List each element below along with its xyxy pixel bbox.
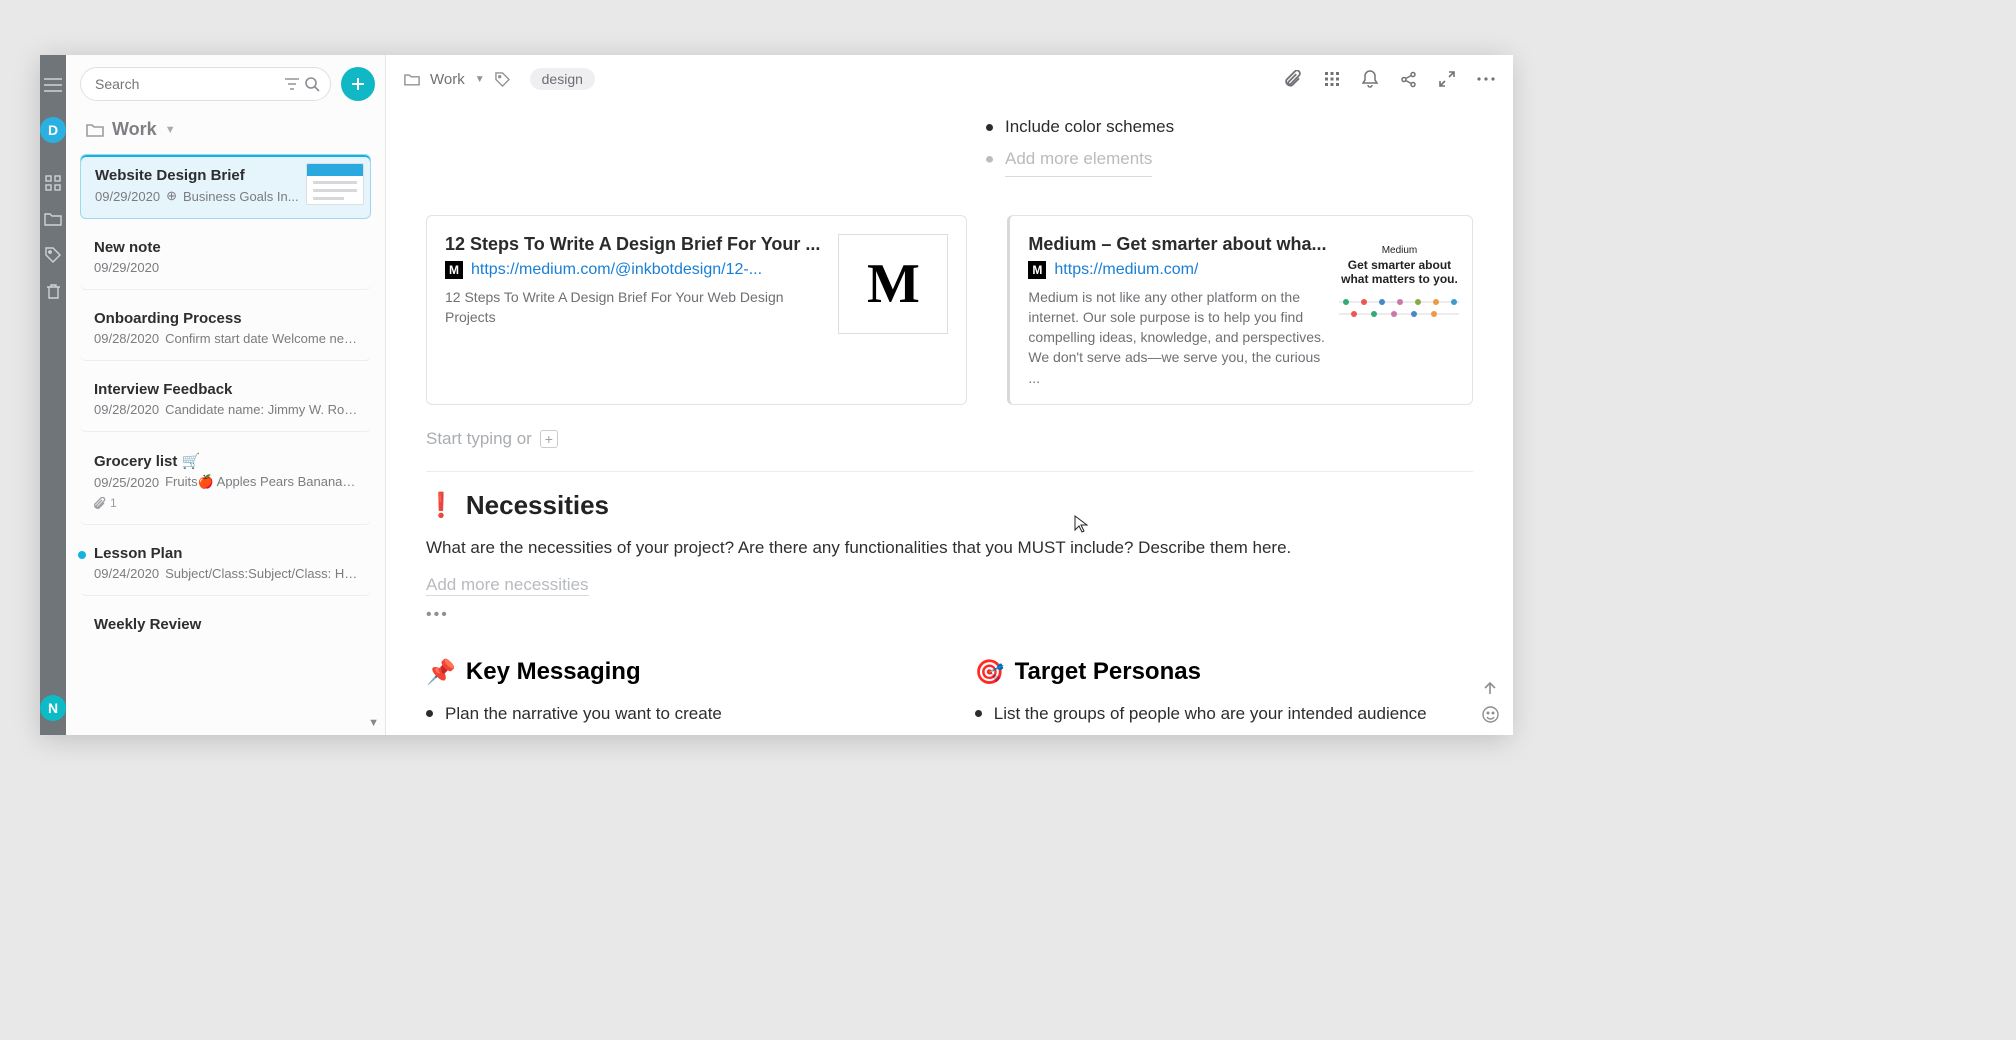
list-item[interactable]: What are necessities that you want to co…: [426, 728, 925, 735]
list-item[interactable]: Include color schemes: [986, 111, 1473, 143]
card-title: Medium – Get smarter about wha...: [1028, 234, 1326, 255]
folder-icon: [404, 73, 420, 86]
note-date: 09/28/2020: [94, 331, 159, 346]
expand-icon[interactable]: [1439, 71, 1455, 87]
pushpin-icon: 📌: [426, 658, 456, 687]
note-snippet: Candidate name: Jimmy W. Role: S...: [165, 402, 359, 417]
card-title: 12 Steps To Write A Design Brief For You…: [445, 234, 820, 255]
note-date: 09/24/2020: [94, 566, 159, 581]
note-date: 09/29/2020: [94, 260, 159, 275]
target-icon: 🎯: [975, 658, 1005, 687]
note-snippet: Confirm start date Welcome new e...: [165, 331, 359, 346]
app-window: D N: [40, 55, 1510, 735]
nav-rail: D N: [40, 55, 66, 735]
note-date: 09/29/2020: [95, 189, 160, 204]
unread-dot-icon: [78, 551, 86, 559]
card-description: Medium is not like any other platform on…: [1028, 287, 1326, 388]
note-snippet: Subject/Class:Subject/Class: History...: [165, 566, 359, 581]
note-item[interactable]: Lesson Plan 09/24/2020 Subject/Class:Sub…: [80, 533, 371, 596]
note-snippet: Fruits🍎 Apples Pears Bananas Ora...: [165, 474, 359, 490]
link-card[interactable]: Medium – Get smarter about wha... Mhttps…: [1007, 215, 1473, 405]
note-title: Lesson Plan: [94, 545, 359, 562]
attachment-indicator: 1: [94, 496, 359, 510]
search-icon[interactable]: [305, 77, 320, 92]
user-avatar[interactable]: D: [40, 117, 66, 143]
menu-icon[interactable]: [41, 73, 65, 97]
folder-icon[interactable]: [41, 207, 65, 231]
column-heading[interactable]: 📌Key Messaging: [426, 658, 925, 687]
list-item[interactable]: Include age group, occupations, and more: [975, 728, 1474, 735]
card-url[interactable]: https://medium.com/: [1054, 261, 1198, 279]
section-description[interactable]: What are the necessities of your project…: [426, 535, 1473, 561]
chevron-down-icon: ▼: [475, 74, 485, 85]
note-title: Onboarding Process: [94, 310, 359, 327]
note-item[interactable]: Website Design Brief 09/29/2020 ⊕ Busine…: [80, 154, 371, 219]
tag-icon[interactable]: [41, 243, 65, 267]
editor-content[interactable]: Include color schemes Add more elements …: [386, 103, 1513, 735]
card-description: 12 Steps To Write A Design Brief For You…: [445, 287, 820, 328]
breadcrumb-folder: Work: [430, 71, 465, 88]
floating-actions: [1482, 680, 1499, 723]
note-item[interactable]: Onboarding Process 09/28/2020 Confirm st…: [80, 298, 371, 361]
new-note-button[interactable]: [341, 67, 375, 101]
emoji-icon[interactable]: [1482, 706, 1499, 723]
plus-icon[interactable]: +: [540, 430, 558, 448]
card-url[interactable]: https://medium.com/@inkbotdesign/12-...: [471, 261, 762, 279]
sidebar-folder-label: Work: [112, 119, 157, 140]
share-icon[interactable]: [1400, 71, 1417, 88]
note-item[interactable]: New note 09/29/2020: [80, 227, 371, 290]
sidebar-folder-selector[interactable]: Work ▼: [66, 109, 385, 150]
chevron-down-icon[interactable]: ▼: [368, 717, 379, 729]
note-snippet: Business Goals In...: [183, 189, 299, 204]
note-title: Weekly Review: [94, 616, 359, 633]
app-logo[interactable]: N: [40, 695, 66, 721]
meta-icon: ⊕: [166, 188, 177, 204]
placeholder-link[interactable]: Add more necessities: [426, 575, 589, 596]
main-panel: Work ▼ design Include color schemes Add …: [386, 55, 1513, 735]
search-field[interactable]: [80, 67, 331, 101]
exclamation-icon: ❗: [426, 491, 456, 520]
sidebar: Work ▼ Website Design Brief 09/29/2020 ⊕…: [66, 55, 386, 735]
note-title: Interview Feedback: [94, 381, 359, 398]
list-item-placeholder[interactable]: Add more elements: [986, 143, 1473, 176]
column-key-messaging: 📌Key Messaging Plan the narrative you wa…: [426, 658, 925, 735]
list-item[interactable]: Plan the narrative you want to create: [426, 699, 925, 729]
note-thumbnail: [306, 163, 364, 205]
column-target-personas: 🎯Target Personas List the groups of peop…: [975, 658, 1474, 735]
note-title: Grocery list 🛒: [94, 452, 359, 470]
more-icon[interactable]: [1477, 77, 1495, 81]
search-input[interactable]: [95, 76, 279, 92]
note-date: 09/28/2020: [94, 402, 159, 417]
tag-icon: [495, 72, 510, 87]
card-thumbnail: Medium Get smarter about what matters to…: [1344, 234, 1454, 334]
note-item[interactable]: Weekly Review: [80, 604, 371, 647]
topbar: Work ▼ design: [386, 55, 1513, 103]
bell-icon[interactable]: [1362, 70, 1378, 88]
note-date: 09/25/2020: [94, 475, 159, 490]
trash-icon[interactable]: [41, 279, 65, 303]
tag-chip[interactable]: design: [530, 68, 595, 90]
scroll-top-icon[interactable]: [1482, 680, 1499, 696]
filter-icon[interactable]: [285, 78, 299, 90]
card-thumbnail: M: [838, 234, 948, 334]
link-card[interactable]: 12 Steps To Write A Design Brief For You…: [426, 215, 967, 405]
medium-favicon: M: [1028, 261, 1046, 279]
breadcrumb[interactable]: Work ▼ design: [404, 68, 595, 90]
more-icon[interactable]: •••: [426, 606, 1473, 624]
attachment-icon[interactable]: [1285, 70, 1302, 88]
note-list: Website Design Brief 09/29/2020 ⊕ Busine…: [66, 150, 385, 735]
note-item[interactable]: Interview Feedback 09/28/2020 Candidate …: [80, 369, 371, 432]
section-heading-necessities[interactable]: ❗ Necessities: [426, 490, 1473, 521]
apps-icon[interactable]: [1324, 71, 1340, 87]
list-item[interactable]: List the groups of people who are your i…: [975, 699, 1474, 729]
folder-icon: [86, 123, 104, 137]
bullet-list: Include color schemes Add more elements: [986, 103, 1473, 177]
medium-favicon: M: [445, 261, 463, 279]
new-block-prompt[interactable]: Start typing or +: [426, 429, 1473, 449]
column-heading[interactable]: 🎯Target Personas: [975, 658, 1474, 687]
note-item[interactable]: Grocery list 🛒 09/25/2020 Fruits🍎 Apples…: [80, 440, 371, 525]
note-title: New note: [94, 239, 359, 256]
grid-icon[interactable]: [41, 171, 65, 195]
chevron-down-icon: ▼: [165, 124, 176, 136]
